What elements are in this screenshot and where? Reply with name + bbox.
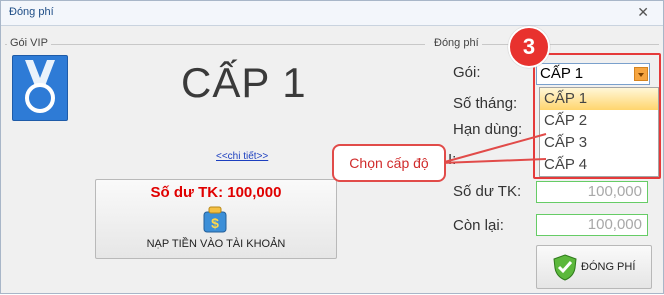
callout-box: Chọn cấp độ	[332, 144, 446, 182]
dong-phi-window: Đóng phí ✕ Gói VIP CẤP 1 <<chi tiết>> Số…	[0, 0, 664, 294]
step-badge: 3	[508, 26, 550, 68]
callout-text: Chọn cấp độ	[349, 155, 429, 171]
